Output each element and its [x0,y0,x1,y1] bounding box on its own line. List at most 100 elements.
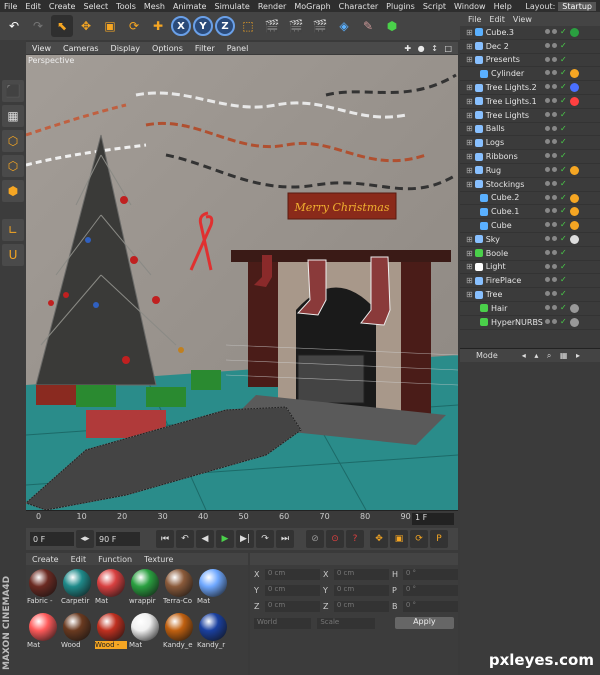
visibility-dots[interactable] [545,194,557,200]
expand-icon[interactable]: ⊞ [466,111,473,120]
enabled-check-icon[interactable]: ✓ [560,248,567,257]
expand-icon[interactable]: ⊞ [466,83,473,92]
enabled-check-icon[interactable]: ✓ [560,289,567,298]
end-frame-field[interactable]: 90 F [96,532,140,546]
viewport[interactable]: Perspective Merry Christmas [26,55,458,510]
visibility-dots[interactable] [545,56,557,62]
enabled-check-icon[interactable]: ✓ [560,220,567,229]
object-row[interactable]: ⊞ Stockings ✓ [460,178,600,192]
edges-mode-icon[interactable]: ⬡ [2,155,24,177]
keyframe-help-icon[interactable]: ? [346,530,364,548]
go-to-start-icon[interactable]: ⏮ [156,530,174,548]
viewport-menu-view[interactable]: View [26,44,57,53]
coordinate-value-field[interactable]: 0 cm [333,600,389,612]
material-swatch[interactable]: Mat [197,569,228,611]
menu-window[interactable]: Window [450,2,490,11]
material-swatch[interactable]: Terra-Co [163,569,194,611]
menu-file[interactable]: File [0,2,21,11]
attribute-mode-menu[interactable]: Mode [476,351,498,360]
coordinate-value-field[interactable]: 0 cm [264,568,320,580]
visibility-dots[interactable] [545,180,557,186]
object-row[interactable]: ⊞ Light ✓ [460,261,600,275]
expand-icon[interactable]: ⊞ [466,235,473,244]
object-row[interactable]: ⊞ Tree Lights.2 ✓ [460,81,600,95]
viewport-menu-display[interactable]: Display [105,44,147,53]
expand-icon[interactable]: ⊞ [466,262,473,271]
menu-character[interactable]: Character [335,2,383,11]
stepper-icon[interactable]: ◂▸ [76,530,94,548]
material-menu-edit[interactable]: Edit [65,555,93,564]
visibility-dots[interactable] [545,125,557,131]
object-row[interactable]: Cube ✓ [460,219,600,233]
render-settings-icon[interactable]: 🎬 [309,15,331,37]
material-tag-icon[interactable] [570,193,579,203]
expand-icon[interactable]: ⊞ [466,276,473,285]
object-row[interactable]: ⊞ Dec 2 ✓ [460,40,600,54]
timeline[interactable]: 0 10 20 30 40 50 60 70 80 90 1 F [26,510,458,527]
visibility-dots[interactable] [545,84,557,90]
object-row[interactable]: ⊞ Tree Lights ✓ [460,109,600,123]
previous-key-icon[interactable]: ↶ [176,530,194,548]
expand-icon[interactable]: ⊞ [466,124,473,133]
enabled-check-icon[interactable]: ✓ [560,234,567,243]
visibility-dots[interactable] [545,97,557,103]
material-tag-icon[interactable] [570,28,579,37]
material-swatch[interactable]: Wood [61,613,92,655]
object-row[interactable]: ⊞ Rug ✓ [460,164,600,178]
expand-icon[interactable]: ⊞ [466,28,473,37]
live-selection-icon[interactable]: ⬉ [51,15,73,37]
material-tag-icon[interactable] [570,303,579,313]
material-tag-icon[interactable] [570,69,579,79]
visibility-dots[interactable] [545,153,557,159]
expand-icon[interactable]: ⊞ [466,166,473,175]
enabled-check-icon[interactable]: ✓ [560,124,567,133]
coordinate-value-field[interactable]: 0 cm [333,584,389,596]
polygons-mode-icon[interactable]: ⬢ [2,180,24,202]
go-to-end-icon[interactable]: ⏭ [276,530,294,548]
material-swatch[interactable]: Fabric - [27,569,58,611]
expand-icon[interactable]: ⊞ [466,55,473,64]
material-menu-texture[interactable]: Texture [138,555,179,564]
x-axis-toggle[interactable]: X [171,16,191,36]
scale-tool-icon[interactable]: ▣ [99,15,121,37]
material-tag-icon[interactable] [570,165,579,175]
visibility-dots[interactable] [545,222,557,228]
nurbs-icon[interactable]: ⬢ [381,15,403,37]
menu-select[interactable]: Select [79,2,112,11]
visibility-dots[interactable] [545,318,557,324]
spline-icon[interactable]: ✎ [357,15,379,37]
enabled-check-icon[interactable]: ✓ [560,165,567,174]
enabled-check-icon[interactable]: ✓ [560,27,567,36]
attribute-nav-icons[interactable]: ◂ ▴ ⌕ ▦ ▸ [522,351,583,361]
material-swatch[interactable]: Mat [95,569,126,611]
viewport-menu-filter[interactable]: Filter [189,44,221,53]
expand-icon[interactable]: ⊞ [466,249,473,258]
enabled-check-icon[interactable]: ✓ [560,275,567,284]
object-row[interactable]: Cube.1 ✓ [460,205,600,220]
enabled-check-icon[interactable]: ✓ [560,317,567,326]
material-tag-icon[interactable] [570,221,579,231]
enabled-check-icon[interactable]: ✓ [560,96,567,105]
visibility-dots[interactable] [545,139,557,145]
expand-icon[interactable]: ⊞ [466,180,473,189]
layout-selector[interactable]: Layout: Startup [525,1,600,11]
redo-icon[interactable]: ↷ [27,15,49,37]
material-swatch[interactable]: wrappir [129,569,160,611]
current-frame-field[interactable]: 1 F [412,513,454,525]
rotate-tool-icon[interactable]: ⟳ [123,15,145,37]
key-rotate-icon[interactable]: ⟳ [410,530,428,548]
visibility-dots[interactable] [545,166,557,172]
coordinate-value-field[interactable]: 0 ° [402,600,458,612]
add-object-icon[interactable]: ✚ [147,15,169,37]
material-menu-function[interactable]: Function [92,555,138,564]
viewport-nav-icons[interactable]: ✚ ● ↕ □ [398,44,458,53]
expand-icon[interactable]: ⊞ [466,290,473,299]
model-mode-icon[interactable]: ⬛ [2,80,24,102]
points-mode-icon[interactable]: ⬡ [2,130,24,152]
coordinate-value-field[interactable]: 0 ° [402,584,458,596]
visibility-dots[interactable] [545,249,557,255]
move-tool-icon[interactable]: ✥ [75,15,97,37]
menu-help[interactable]: Help [490,2,516,11]
object-row[interactable]: ⊞ FirePlace ✓ [460,274,600,289]
enabled-check-icon[interactable]: ✓ [560,206,567,215]
